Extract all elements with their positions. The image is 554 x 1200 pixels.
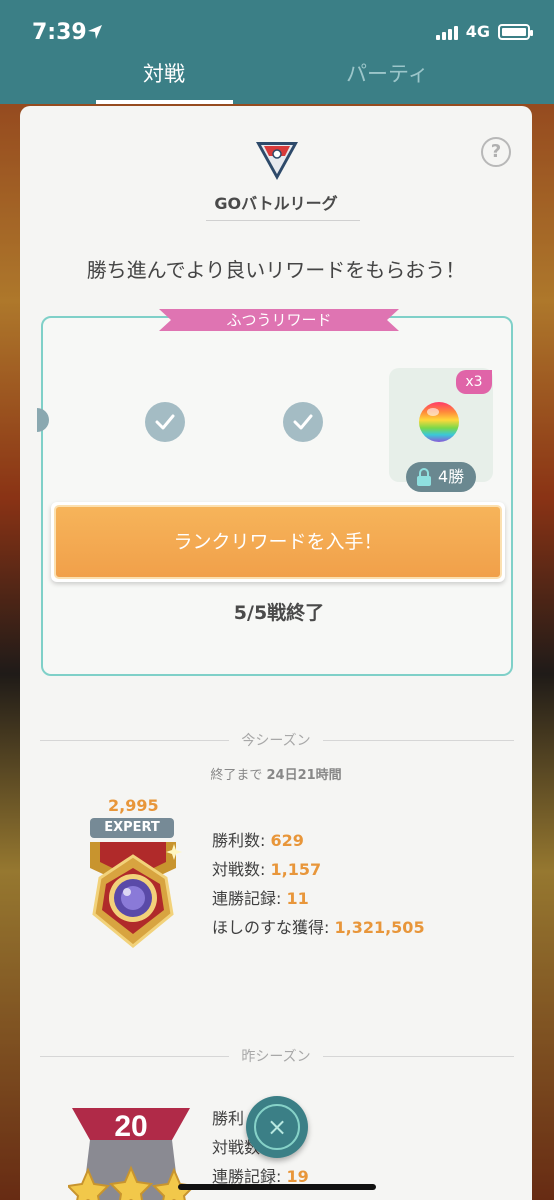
signal-icon (435, 24, 458, 40)
tab-battle[interactable]: 対戦 (143, 58, 185, 88)
league-panel: ? GOバトルリーグ 勝ち進んでより良いリワードをもらおう！ ふつうリワード x… (20, 106, 532, 1200)
help-button[interactable]: ? (481, 137, 511, 167)
battles-status: 5/5戦終了 (233, 602, 325, 624)
current-season-stats: 勝利数: 629 対戦数: 1,157 連勝記録: 11 ほしのすな獲得: 1,… (212, 826, 425, 942)
ribbon-label: ふつうリワード (226, 311, 332, 329)
network-label: 4G (465, 22, 490, 41)
check-icon (155, 414, 175, 430)
stat-wins: 勝利数: 629 (212, 831, 304, 850)
great-league-icon (256, 142, 298, 180)
stat-win-streak: 連勝記録: 11 (212, 889, 309, 908)
season-ends: 終了まで 24日21時間 (210, 768, 342, 783)
reward-multiplier-badge: x3 (456, 370, 492, 394)
league-name: GOバトルリーグ (214, 194, 338, 213)
close-icon: × (266, 1113, 288, 1141)
rank-label: EXPERT (90, 818, 174, 838)
completed-reward-1 (145, 402, 185, 442)
get-rank-reward-label: ランクリワードを入手！ (54, 505, 502, 579)
status-indicators: 4G (435, 22, 533, 41)
home-indicator[interactable] (178, 1184, 376, 1190)
location-arrow-icon (88, 25, 102, 39)
rare-candy-icon (419, 402, 459, 442)
promo-text: 勝ち進んでより良いリワードをもらおう！ (86, 258, 466, 282)
lock-label: 4勝 (438, 467, 465, 486)
reward-box: ふつうリワード x3 4勝 ランクリワードを入手！ 5/5戦終了 (37, 309, 513, 676)
tab-party[interactable]: パーティ (346, 58, 429, 88)
check-icon (293, 414, 313, 430)
completed-reward-2 (283, 402, 323, 442)
rank-number: 20 (114, 1110, 147, 1143)
header-bar: 7:39 4G 対戦 パーティ (0, 0, 554, 104)
lock-requirement-pill: 4勝 (406, 462, 476, 492)
get-rank-reward-button[interactable]: ランクリワードを入手！ (51, 502, 505, 582)
prev-reward-edge (37, 408, 49, 432)
rank-20-medal-icon: 20 (68, 1108, 194, 1200)
status-time: 7:39 (32, 20, 87, 45)
rating-value: 2,995 (108, 796, 159, 815)
close-button[interactable]: × (246, 1096, 308, 1158)
stat-stardust: ほしのすな獲得: 1,321,505 (212, 918, 425, 937)
expert-rank-medal-icon (90, 842, 182, 948)
league-name-underline (206, 220, 360, 221)
previous-season-label: 昨シーズン (20, 1046, 532, 1066)
active-tab-indicator (96, 100, 233, 104)
battery-icon (498, 23, 533, 40)
lock-icon (417, 468, 431, 486)
current-season-label: 今シーズン (20, 730, 532, 750)
stat-battles: 対戦数: 1,157 (212, 860, 322, 879)
